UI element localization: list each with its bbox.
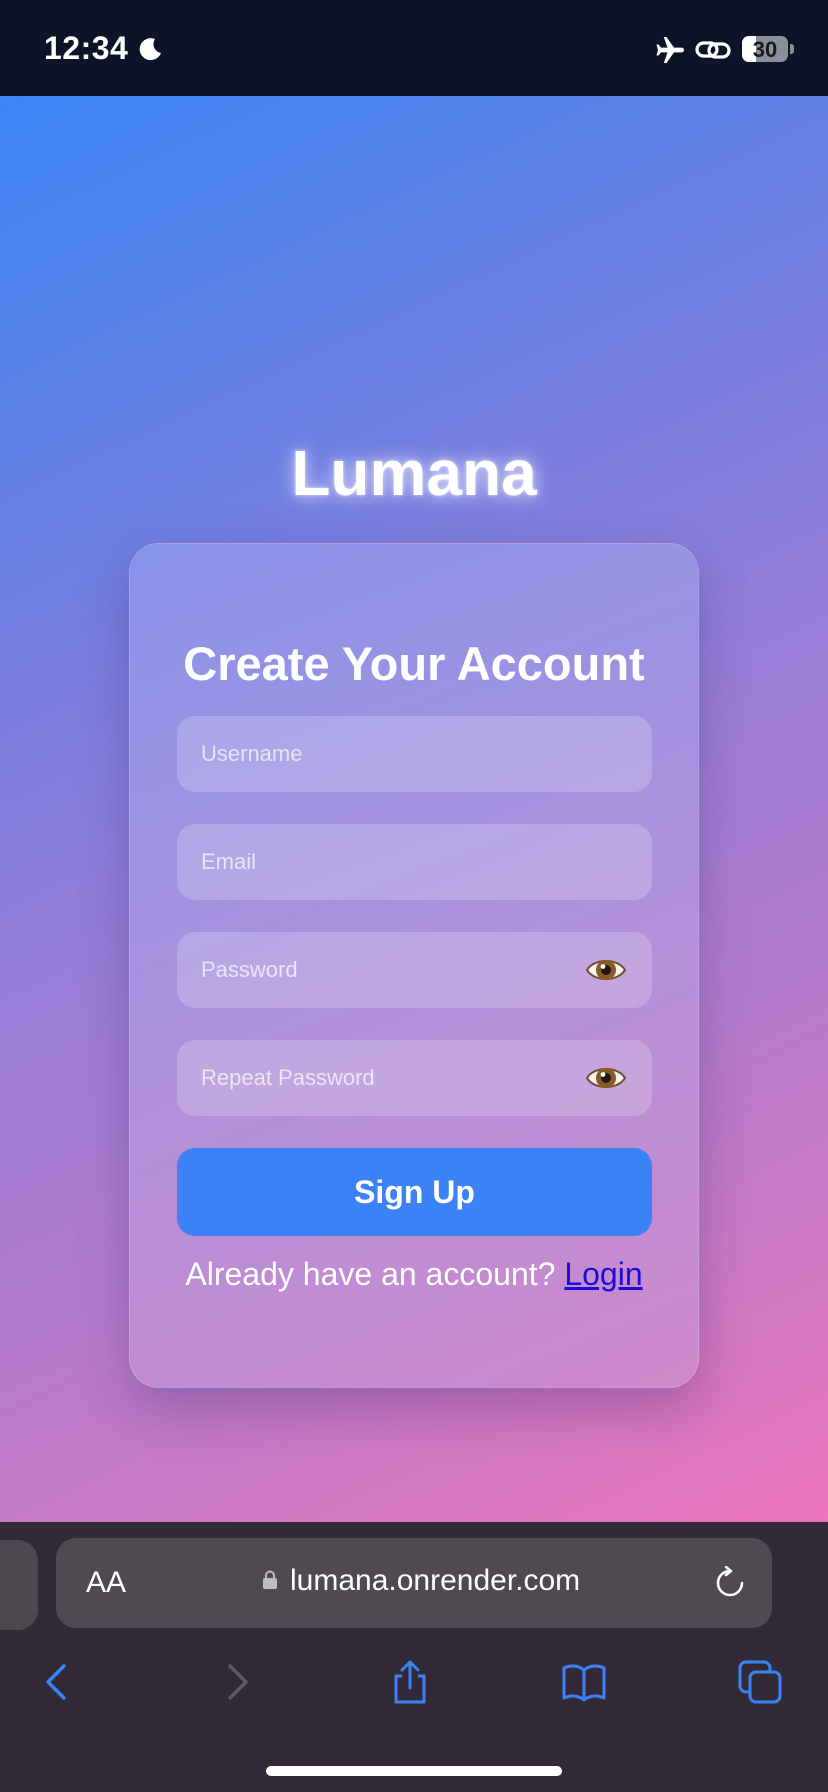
login-prompt-text: Already have an account?	[185, 1256, 556, 1292]
previous-tab-peek[interactable]	[0, 1540, 38, 1630]
url-text: lumana.onrender.com	[290, 1564, 581, 1597]
password-field[interactable]	[177, 932, 652, 1008]
repeat-password-input[interactable]	[177, 1040, 652, 1116]
bookmarks-icon[interactable]	[560, 1658, 608, 1706]
signup-button[interactable]: Sign Up	[177, 1148, 652, 1236]
text-size-label: AA	[86, 1566, 127, 1599]
login-link[interactable]: Login	[564, 1256, 642, 1292]
battery-nub	[790, 44, 794, 54]
web-page: Lumana Create Your Account Username Emai…	[0, 96, 828, 1522]
signup-card: Create Your Account Sig	[129, 543, 699, 1388]
home-indicator	[266, 1766, 562, 1776]
brand-title: Lumana	[291, 437, 537, 509]
browser-toolbar: AA lumana.onrender.com	[0, 1522, 828, 1792]
eye-icon[interactable]	[584, 951, 628, 989]
email-field[interactable]	[177, 824, 652, 900]
lock-icon	[263, 1570, 277, 1589]
status-bar: 12:34 30	[0, 0, 828, 96]
forward-icon[interactable]	[212, 1658, 260, 1706]
link-icon	[695, 41, 731, 59]
reload-icon[interactable]	[714, 1566, 746, 1600]
form-title: Create Your Account	[183, 637, 645, 690]
tabs-icon[interactable]	[736, 1658, 784, 1706]
battery-level: 30	[752, 37, 778, 62]
back-icon[interactable]	[34, 1658, 82, 1706]
moon-icon	[139, 38, 161, 61]
text-size-button[interactable]: AA	[86, 1566, 126, 1600]
repeat-password-field[interactable]	[177, 1040, 652, 1116]
airplane-icon	[656, 37, 684, 63]
status-time: 12:34	[44, 30, 129, 66]
eye-icon[interactable]	[584, 1059, 628, 1097]
password-input[interactable]	[177, 932, 652, 1008]
username-field[interactable]	[177, 716, 652, 792]
share-icon[interactable]	[386, 1658, 434, 1706]
username-input[interactable]	[177, 716, 652, 792]
email-input[interactable]	[177, 824, 652, 900]
address-bar[interactable]: AA lumana.onrender.com	[56, 1538, 772, 1628]
login-prompt: Already have an account? Login	[130, 1256, 698, 1293]
battery-icon: 30	[742, 36, 788, 62]
